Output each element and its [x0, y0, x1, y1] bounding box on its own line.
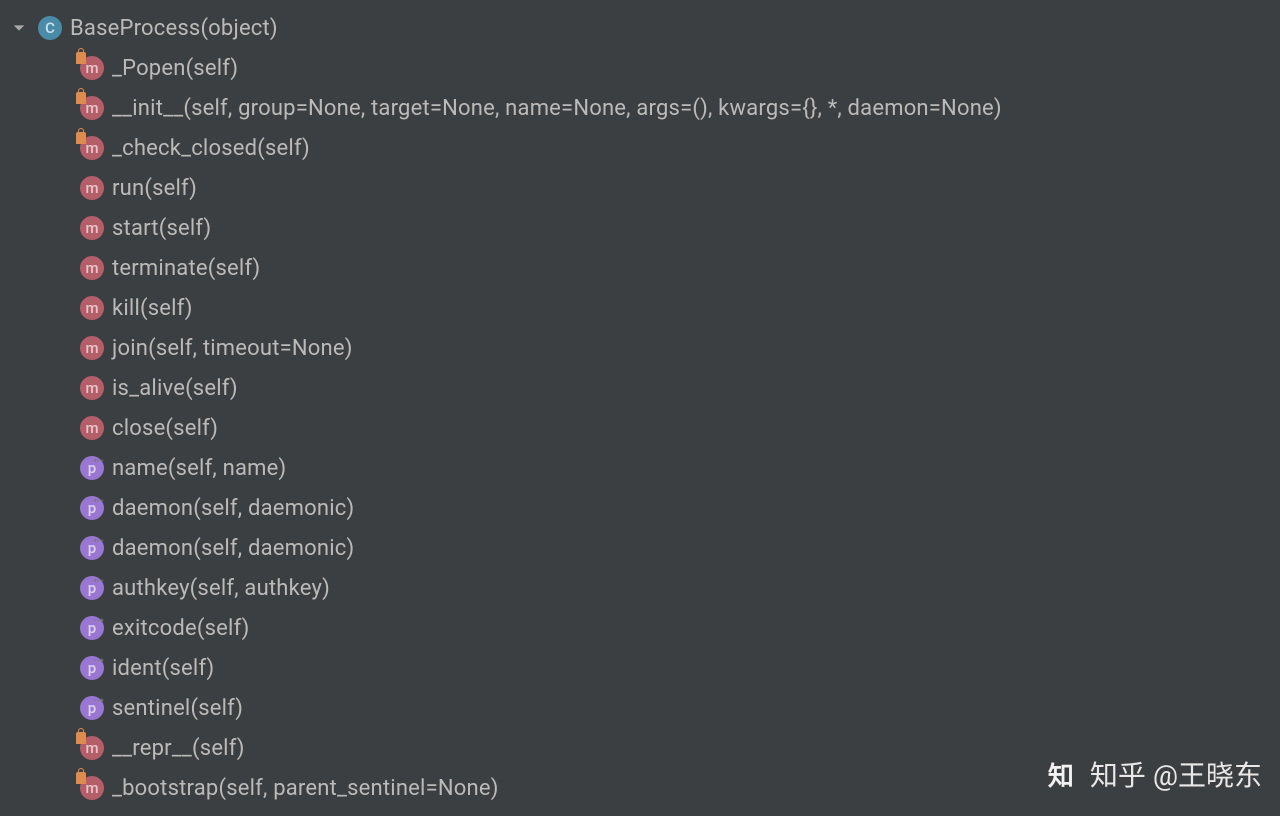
member-row[interactable]: m join(self, timeout=None) — [0, 328, 1280, 368]
member-row[interactable]: p→ ident(self) — [0, 648, 1280, 688]
property-icon: p← — [80, 576, 104, 600]
member-label: kill(self) — [112, 296, 193, 321]
property-icon: p← — [80, 536, 104, 560]
member-row[interactable]: p← daemon(self, daemonic) — [0, 488, 1280, 528]
member-row[interactable]: m is_alive(self) — [0, 368, 1280, 408]
member-row[interactable]: p← authkey(self, authkey) — [0, 568, 1280, 608]
member-label: close(self) — [112, 416, 218, 441]
class-row[interactable]: C BaseProcess(object) — [0, 8, 1280, 48]
property-icon: p→ — [80, 696, 104, 720]
member-row[interactable]: m __init__(self, group=None, target=None,… — [0, 88, 1280, 128]
watermark-text: 知乎 @王晓东 — [1090, 754, 1262, 794]
lock-icon — [76, 772, 86, 784]
class-icon: C — [38, 16, 62, 40]
class-label: BaseProcess(object) — [70, 16, 278, 41]
method-icon: m — [80, 176, 104, 200]
lock-icon — [76, 92, 86, 104]
setter-arrow-icon: ← — [90, 530, 107, 547]
member-label: join(self, timeout=None) — [112, 336, 353, 361]
getter-arrow-icon: → — [90, 650, 107, 667]
lock-icon — [76, 52, 86, 64]
member-row[interactable]: p→ sentinel(self) — [0, 688, 1280, 728]
member-row[interactable]: m terminate(self) — [0, 248, 1280, 288]
member-row[interactable]: m start(self) — [0, 208, 1280, 248]
member-label: _check_closed(self) — [112, 136, 310, 161]
member-row[interactable]: m _Popen(self) — [0, 48, 1280, 88]
member-row[interactable]: p← name(self, name) — [0, 448, 1280, 488]
property-icon: p→ — [80, 616, 104, 640]
getter-arrow-icon: → — [90, 690, 107, 707]
setter-arrow-icon: ← — [90, 490, 107, 507]
method-icon: m — [80, 136, 104, 160]
member-label: exitcode(self) — [112, 616, 250, 641]
member-label: ident(self) — [112, 656, 214, 681]
method-icon: m — [80, 736, 104, 760]
method-icon: m — [80, 336, 104, 360]
lock-icon — [76, 732, 86, 744]
member-row[interactable]: m _check_closed(self) — [0, 128, 1280, 168]
method-icon: m — [80, 216, 104, 240]
method-icon: m — [80, 96, 104, 120]
getter-arrow-icon: → — [90, 610, 107, 627]
property-icon: p← — [80, 456, 104, 480]
method-icon: m — [80, 376, 104, 400]
method-icon: m — [80, 56, 104, 80]
member-label: __repr__(self) — [112, 736, 245, 761]
member-label: daemon(self, daemonic) — [112, 536, 354, 561]
member-label: _Popen(self) — [112, 56, 238, 81]
method-icon: m — [80, 256, 104, 280]
member-row[interactable]: m kill(self) — [0, 288, 1280, 328]
member-label: __init__(self, group=None, target=None, … — [112, 96, 1002, 121]
method-icon: m — [80, 416, 104, 440]
method-icon: m — [80, 776, 104, 800]
structure-tree: C BaseProcess(object) m_Popen(self)m__in… — [0, 0, 1280, 816]
member-label: daemon(self, daemonic) — [112, 496, 354, 521]
zhihu-icon: 知 — [1042, 755, 1080, 793]
setter-arrow-icon: ← — [90, 450, 107, 467]
chevron-down-icon[interactable] — [10, 19, 28, 37]
member-label: name(self, name) — [112, 456, 286, 481]
member-label: run(self) — [112, 176, 197, 201]
setter-arrow-icon: ← — [90, 570, 107, 587]
member-label: authkey(self, authkey) — [112, 576, 330, 601]
lock-icon — [76, 132, 86, 144]
member-label: is_alive(self) — [112, 376, 238, 401]
member-row[interactable]: m run(self) — [0, 168, 1280, 208]
member-label: sentinel(self) — [112, 696, 243, 721]
member-row[interactable]: m close(self) — [0, 408, 1280, 448]
member-label: _bootstrap(self, parent_sentinel=None) — [112, 776, 499, 801]
property-icon: p← — [80, 496, 104, 520]
member-label: terminate(self) — [112, 256, 260, 281]
member-row[interactable]: p→ exitcode(self) — [0, 608, 1280, 648]
member-row[interactable]: p← daemon(self, daemonic) — [0, 528, 1280, 568]
method-icon: m — [80, 296, 104, 320]
member-label: start(self) — [112, 216, 211, 241]
watermark: 知 知乎 @王晓东 — [1042, 754, 1262, 794]
property-icon: p→ — [80, 656, 104, 680]
